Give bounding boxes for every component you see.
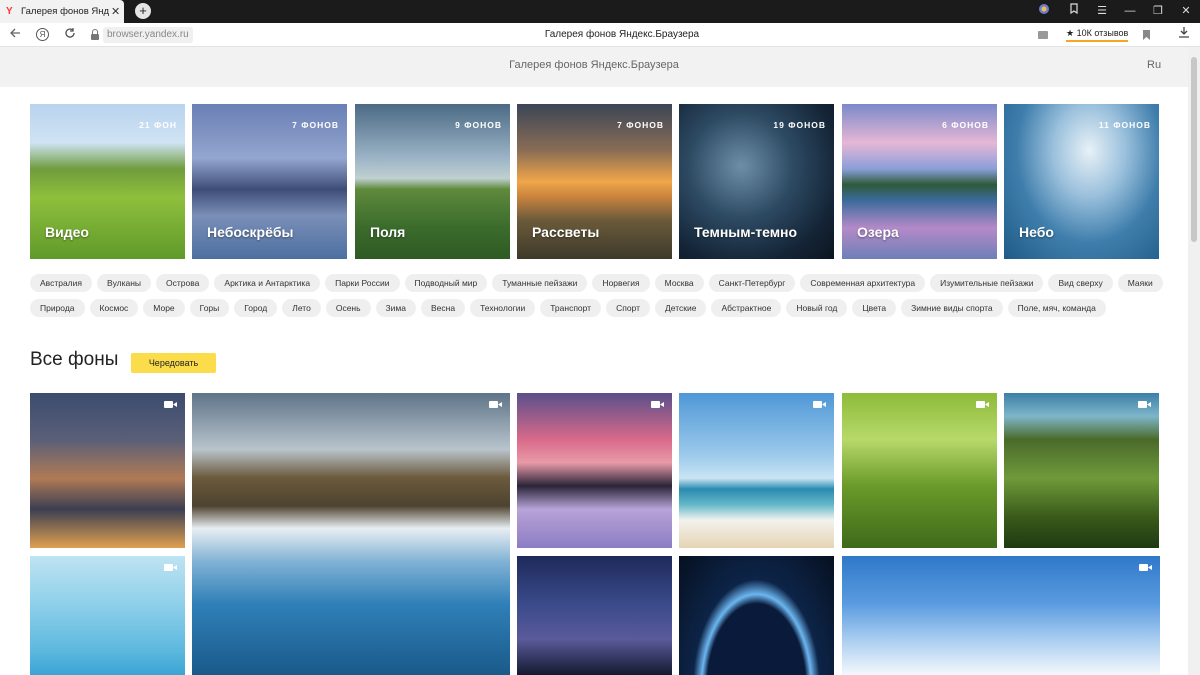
- menu-icon[interactable]: ☰: [1094, 3, 1110, 19]
- wallpaper-tile-city[interactable]: [30, 393, 185, 548]
- tag-chip[interactable]: Вулканы: [97, 274, 152, 292]
- video-icon: [651, 401, 664, 408]
- wallpaper-tile-waterfall[interactable]: [192, 393, 510, 675]
- tag-chip[interactable]: Технологии: [470, 299, 536, 317]
- tag-row: Природа Космос Море Горы Город Лето Осень Зима В…: [30, 299, 1160, 317]
- tag-chip[interactable]: Австралия: [30, 274, 92, 292]
- tag-chip[interactable]: Море: [143, 299, 185, 317]
- video-icon: [164, 564, 177, 571]
- scrollbar-thumb[interactable]: [1191, 57, 1197, 242]
- tag-chip[interactable]: Зимние виды спорта: [901, 299, 1003, 317]
- tag-cloud: Австралия Вулканы Острова Арктика и Антаркт…: [30, 274, 1163, 324]
- category-card-skyscrapers[interactable]: 7 ФОНОВ Небоскрёбы: [192, 104, 347, 259]
- tag-chip[interactable]: Осень: [325, 299, 371, 317]
- wallpaper-tile-grass[interactable]: [842, 393, 997, 548]
- tab-title: Галерея фонов Яндекс: [21, 6, 109, 17]
- tag-chip[interactable]: Вид сверху: [1048, 274, 1113, 292]
- tab-close-icon[interactable]: ✕: [111, 5, 120, 18]
- tag-row: Австралия Вулканы Острова Арктика и Антаркт…: [30, 274, 1163, 292]
- tag-chip[interactable]: Норвегия: [592, 274, 650, 292]
- tag-chip[interactable]: Изумительные пейзажи: [930, 274, 1044, 292]
- wallpaper-tile-sea[interactable]: [30, 556, 185, 675]
- video-icon: [1139, 564, 1152, 571]
- tag-chip[interactable]: Детские: [655, 299, 707, 317]
- tag-chip[interactable]: Горы: [189, 299, 230, 317]
- section-title: Все фоны: [30, 349, 119, 370]
- category-card-video[interactable]: 21 ФОН Видео: [30, 104, 185, 259]
- tag-chip[interactable]: Лето: [282, 299, 321, 317]
- tag-chip[interactable]: Санкт-Петербург: [708, 274, 796, 292]
- tag-chip[interactable]: Космос: [89, 299, 139, 317]
- category-card-sunrises[interactable]: 7 ФОНОВ Рассветы: [517, 104, 672, 259]
- reviews-badge[interactable]: ★ 10К отзывов: [1066, 28, 1129, 42]
- site-header: Галерея фонов Яндекс.Браузера Ru: [0, 47, 1188, 87]
- maximize-icon[interactable]: ❐: [1150, 3, 1166, 19]
- tag-chip[interactable]: Город: [234, 299, 278, 317]
- browser-tab[interactable]: Y Галерея фонов Яндекс ✕: [0, 0, 124, 23]
- tag-chip[interactable]: Новый год: [786, 299, 848, 317]
- video-icon: [976, 401, 989, 408]
- address-page-title: Галерея фонов Яндекс.Браузера: [544, 29, 700, 40]
- new-tab-button[interactable]: +: [135, 3, 151, 19]
- wallpaper-tile-sky-clouds[interactable]: [842, 556, 1160, 675]
- category-name: Видео: [45, 224, 89, 240]
- wallpaper-tile-beach[interactable]: [679, 393, 834, 548]
- tag-chip[interactable]: Поле, мяч, команда: [1007, 299, 1106, 317]
- tag-chip[interactable]: Современная архитектура: [800, 274, 926, 292]
- tag-chip[interactable]: Весна: [421, 299, 466, 317]
- category-name: Небоскрёбы: [207, 224, 294, 240]
- category-card-dark[interactable]: 19 ФОНОВ Темным-темно: [679, 104, 834, 259]
- wallpaper-tile-mountains[interactable]: [1004, 393, 1159, 548]
- tag-chip[interactable]: Парки России: [325, 274, 400, 292]
- tag-chip[interactable]: Цвета: [852, 299, 897, 317]
- collections-icon[interactable]: [1066, 3, 1082, 19]
- tag-chip[interactable]: Острова: [156, 274, 210, 292]
- wallpaper-tile-milky-way: [517, 556, 672, 675]
- tag-chip[interactable]: Москва: [654, 274, 704, 292]
- category-name: Рассветы: [532, 224, 600, 240]
- scrollbar[interactable]: [1188, 47, 1200, 675]
- category-name: Темным-темно: [694, 224, 798, 240]
- site-title: Галерея фонов Яндекс.Браузера: [509, 59, 679, 71]
- tag-chip[interactable]: Зима: [375, 299, 416, 317]
- category-name: Озера: [857, 224, 899, 240]
- category-name: Небо: [1019, 224, 1054, 240]
- wallpaper-tile-earth: [679, 556, 834, 675]
- yandex-tab-icon: Y: [6, 6, 13, 17]
- category-card-lakes[interactable]: 6 ФОНОВ Озера: [842, 104, 997, 259]
- category-count: 7 ФОНОВ: [292, 120, 339, 130]
- download-icon[interactable]: [1178, 26, 1190, 41]
- category-count: 6 ФОНОВ: [942, 120, 989, 130]
- category-name: Поля: [370, 224, 406, 240]
- category-card-sky[interactable]: 11 ФОНОВ Небо: [1004, 104, 1159, 259]
- tag-chip[interactable]: Туманные пейзажи: [492, 274, 588, 292]
- category-count: 19 ФОНОВ: [773, 120, 826, 130]
- video-icon: [489, 401, 502, 408]
- category-card-fields[interactable]: 9 ФОНОВ Поля: [355, 104, 510, 259]
- tag-chip[interactable]: Транспорт: [540, 299, 602, 317]
- video-icon: [813, 401, 826, 408]
- shuffle-button[interactable]: Чередовать: [131, 353, 216, 373]
- minimize-icon[interactable]: —: [1122, 3, 1138, 19]
- category-count: 21 ФОН: [139, 120, 177, 130]
- tab-bar: Y Галерея фонов Яндекс ✕ + ☰ — ❐ ✕: [0, 0, 1200, 23]
- video-icon: [1138, 401, 1151, 408]
- category-count: 11 ФОНОВ: [1098, 120, 1151, 130]
- account-icon[interactable]: [1036, 3, 1052, 19]
- tag-chip[interactable]: Подводный мир: [404, 274, 488, 292]
- tag-chip[interactable]: Спорт: [606, 299, 650, 317]
- tag-chip[interactable]: Арктика и Антарктика: [214, 274, 321, 292]
- wallpaper-tile-clouds-sunset[interactable]: [517, 393, 672, 548]
- language-switch[interactable]: Ru: [1147, 59, 1161, 71]
- tag-chip[interactable]: Абстрактное: [711, 299, 782, 317]
- message-icon[interactable]: [1038, 31, 1048, 39]
- category-count: 9 ФОНОВ: [455, 120, 502, 130]
- category-count: 7 ФОНОВ: [617, 120, 664, 130]
- tag-chip[interactable]: Маяки: [1117, 274, 1163, 292]
- tag-chip[interactable]: Природа: [30, 299, 85, 317]
- video-icon: [164, 401, 177, 408]
- close-window-icon[interactable]: ✕: [1178, 3, 1194, 19]
- address-bar: Я browser.yandex.ru Галерея фонов Яндекс…: [0, 23, 1200, 47]
